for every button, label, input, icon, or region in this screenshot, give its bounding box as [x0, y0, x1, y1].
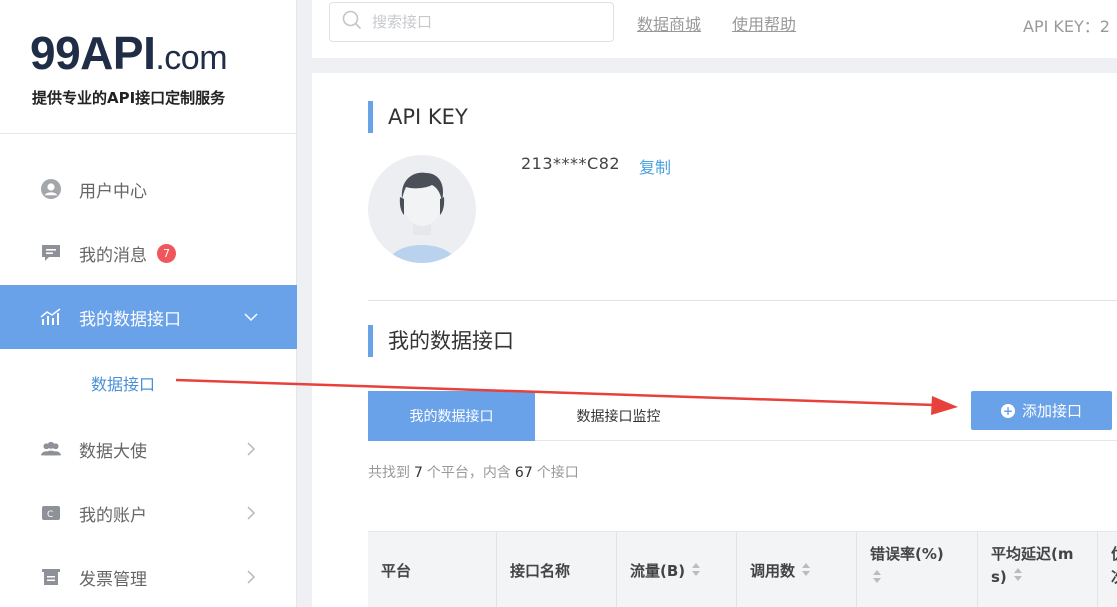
sort-icon[interactable]: [802, 563, 811, 577]
sort-icon[interactable]: [692, 563, 701, 577]
column-header-interface-name[interactable]: 接口名称: [497, 532, 617, 607]
column-header-error-rate[interactable]: 错误率(%): [857, 532, 978, 607]
section-divider: [368, 300, 1117, 301]
column-header-avg-latency[interactable]: 平均延迟(m s): [978, 532, 1098, 607]
api-key-top-label: API KEY：2: [1023, 17, 1110, 36]
tab-underline: [535, 440, 1117, 441]
sidebar-item-my-interfaces[interactable]: 我的数据接口: [0, 285, 297, 349]
sidebar-item-account[interactable]: C 我的账户: [0, 481, 297, 545]
card-icon: C: [40, 502, 62, 524]
column-header-traffic[interactable]: 流量(B): [617, 532, 737, 607]
chart-icon: [40, 306, 62, 328]
sidebar-item-user-center[interactable]: 用户中心: [0, 157, 297, 221]
message-icon: [40, 242, 62, 264]
sidebar-item-ambassador[interactable]: 数据大使: [0, 417, 297, 481]
platform-count: 7: [414, 465, 423, 481]
top-bar: 数据商城 使用帮助 API KEY：2: [312, 0, 1117, 58]
my-interfaces-section-title: 我的数据接口: [368, 325, 514, 357]
sidebar-item-label: 我的消息: [79, 245, 147, 266]
invoice-icon: [40, 566, 62, 588]
sidebar-item-label: 我的数据接口: [79, 309, 181, 330]
column-header-partial[interactable]: 优次: [1098, 532, 1117, 607]
chevron-down-icon: [241, 307, 261, 327]
sidebar-item-label: 用户中心: [79, 181, 147, 202]
add-interface-button[interactable]: + 添加接口: [971, 391, 1112, 430]
message-count-badge: 7: [157, 243, 176, 263]
column-header-calls[interactable]: 调用数: [737, 532, 857, 607]
search-input[interactable]: [372, 13, 592, 31]
sort-icon[interactable]: [1013, 568, 1023, 582]
chevron-right-icon: [241, 503, 261, 523]
sort-icon[interactable]: [873, 570, 882, 584]
main-panel: API KEY 213****C82 复制 我的数据接口 我的数据接口 数据接口…: [312, 73, 1117, 607]
sidebar-menu: 用户中心 我的消息 7 我的数据接口 数据接口 数据大使 C 我的账户 发票管理: [0, 157, 297, 607]
table-header: 平台 接口名称 流量(B) 调用数 错误率(%) 平均延迟(ms) 优次: [368, 531, 1117, 607]
api-key-section-title: API KEY: [368, 101, 468, 133]
search-box[interactable]: [329, 2, 614, 42]
sidebar-item-label: 发票管理: [79, 569, 147, 590]
logo-tagline: 提供专业的API接口定制服务: [32, 89, 226, 107]
add-interface-label: 添加接口: [1021, 402, 1082, 420]
sidebar-item-messages[interactable]: 我的消息 7: [0, 221, 297, 285]
svg-text:C: C: [47, 510, 53, 520]
result-summary: 共找到 7 个平台，内含 67 个接口: [368, 465, 579, 481]
chevron-right-icon: [241, 439, 261, 459]
logo-brand: 99API.com: [30, 27, 228, 79]
sidebar-item-invoice[interactable]: 发票管理: [0, 545, 297, 607]
data-mall-link[interactable]: 数据商城: [637, 11, 701, 35]
chevron-right-icon: [241, 567, 261, 587]
help-link[interactable]: 使用帮助: [732, 11, 796, 35]
search-icon: [342, 10, 362, 34]
interface-count: 67: [514, 465, 533, 481]
tab-interface-monitor[interactable]: 数据接口监控: [535, 391, 702, 441]
logo[interactable]: 99API.com 提供专业的API接口定制服务: [0, 0, 296, 134]
sidebar-subitem-interfaces[interactable]: 数据接口: [0, 349, 297, 417]
people-icon: [40, 438, 62, 460]
sidebar-item-label: 我的账户: [79, 505, 147, 526]
copy-key-button[interactable]: 复制: [639, 154, 671, 178]
sidebar-item-label: 数据大使: [79, 441, 147, 462]
tab-my-interfaces[interactable]: 我的数据接口: [368, 391, 535, 441]
sidebar: 99API.com 提供专业的API接口定制服务 用户中心 我的消息 7 我的数…: [0, 0, 297, 607]
api-key-value: 213****C82: [521, 154, 621, 173]
user-icon: [40, 178, 62, 200]
plus-circle-icon: +: [1000, 403, 1015, 418]
avatar: [368, 155, 476, 263]
column-header-platform[interactable]: 平台: [368, 532, 497, 607]
